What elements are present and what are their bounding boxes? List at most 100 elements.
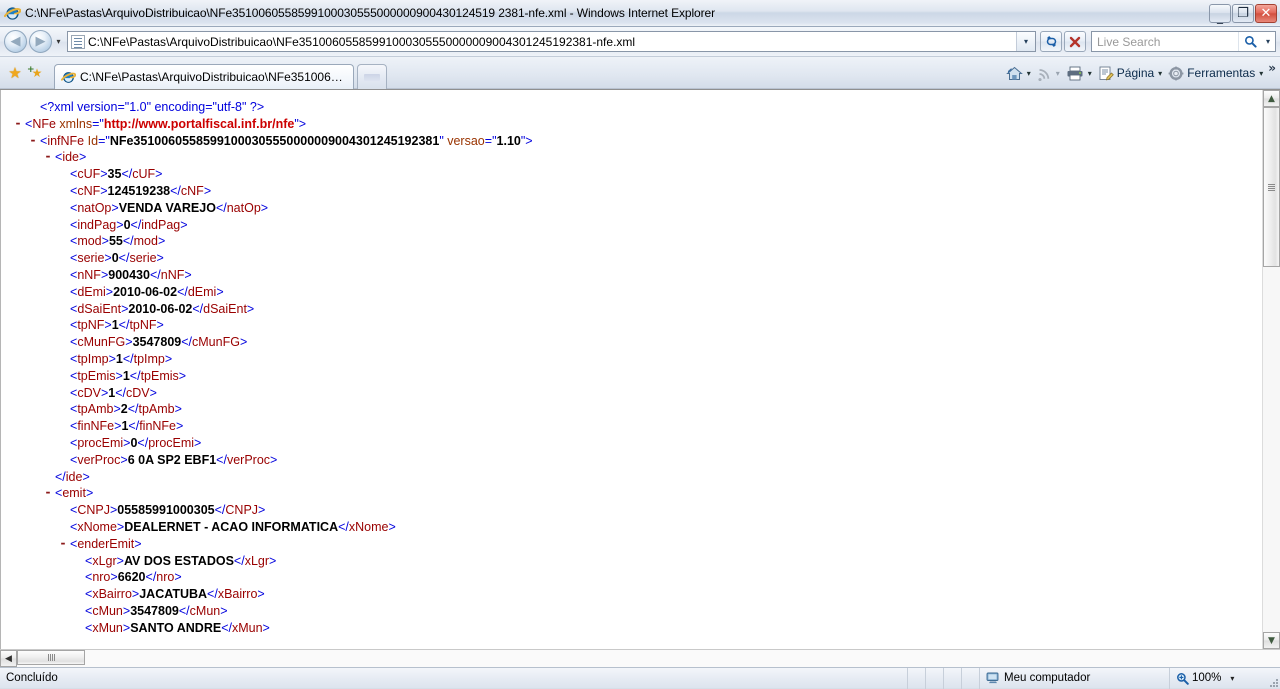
minimize-button[interactable]: _ [1209, 3, 1231, 24]
favorites-center-button[interactable]: ★ [4, 62, 26, 84]
xml-line: <tpEmis>1</tpEmis> [70, 368, 187, 383]
resize-grip[interactable] [1266, 668, 1280, 689]
horizontal-scroll-thumb[interactable] [17, 650, 85, 665]
new-tab-button[interactable] [357, 64, 387, 89]
vertical-scroll-thumb[interactable] [1263, 107, 1280, 267]
rss-icon [1038, 68, 1049, 81]
expand-collapse-toggle[interactable]: - [26, 132, 40, 149]
xml-line: <tpNF>1</tpNF> [70, 318, 164, 333]
xml-line: <nro>6620</nro> [85, 570, 182, 585]
security-zone-label: Meu computador [1004, 672, 1091, 684]
expand-collapse-toggle[interactable]: - [56, 535, 70, 552]
window-title: C:\NFe\Pastas\ArquivoDistribuicao\NFe351… [25, 6, 715, 20]
zoom-control[interactable]: 100% ▾ [1170, 668, 1266, 689]
scroll-left-button[interactable]: ◀ [0, 650, 17, 667]
xml-line: - <ide> [1, 149, 1262, 166]
xml-line: <CNPJ>05585991000305</CNPJ> [70, 503, 266, 518]
xml-line: <indPag>0</indPag> [70, 217, 188, 232]
search-container[interactable]: Live Search ▾ [1091, 31, 1276, 52]
printer-icon [1067, 66, 1083, 80]
page-icon [1099, 66, 1114, 80]
scroll-down-button[interactable]: ▼ [1263, 632, 1280, 649]
xml-line: - <enderEmit> [1, 536, 1262, 553]
xml-line: <mod>55</mod> [70, 234, 166, 249]
address-input[interactable]: C:\NFe\Pastas\ArquivoDistribuicao\NFe351… [88, 35, 1016, 49]
chevron-down-icon: ▼ [1268, 635, 1275, 646]
xml-line: <tpImp>1</tpImp> [70, 351, 173, 366]
new-tab-icon [364, 73, 380, 81]
security-zone-indicator[interactable]: Meu computador [980, 667, 1170, 689]
feeds-button[interactable]: ▾ [1034, 62, 1063, 84]
chevron-down-icon: ▾ [1259, 68, 1264, 78]
close-button[interactable]: ✕ [1255, 3, 1277, 23]
chevron-down-icon: ▾ [1023, 37, 1028, 46]
status-slot-3 [944, 667, 962, 689]
page-menu-label: Página [1116, 66, 1155, 80]
internet-explorer-icon [60, 70, 77, 85]
search-button[interactable] [1238, 32, 1261, 51]
horizontal-scroll-track[interactable] [17, 650, 1280, 667]
expand-collapse-toggle[interactable]: - [41, 148, 55, 165]
zoom-level-label: 100% [1192, 672, 1222, 684]
home-icon [1005, 66, 1023, 80]
title-bar: C:\NFe\Pastas\ArquivoDistribuicao\NFe351… [0, 0, 1280, 27]
xml-line: - <emit> [1, 485, 1262, 502]
forward-arrow-icon: ▶ [35, 34, 46, 49]
chevron-left-icon: ◀ [5, 653, 12, 664]
address-input-container[interactable]: C:\NFe\Pastas\ArquivoDistribuicao\NFe351… [67, 31, 1036, 52]
xml-line: <cMunFG>3547809</cMunFG> [70, 335, 248, 350]
maximize-button[interactable]: ❐ [1232, 3, 1254, 23]
computer-icon [986, 672, 1000, 684]
xml-line: <xLgr>AV DOS ESTADOS</xLgr> [85, 553, 277, 568]
minimize-icon: _ [1217, 10, 1223, 24]
xml-line: </ide> [55, 469, 90, 484]
chevron-up-icon: ▲ [1268, 93, 1275, 104]
vertical-scroll-track[interactable] [1263, 107, 1280, 632]
back-button[interactable]: ◀ [4, 30, 27, 53]
grip-icon [1268, 183, 1275, 191]
back-arrow-icon: ◀ [10, 34, 21, 49]
scroll-up-button[interactable]: ▲ [1263, 90, 1280, 107]
close-icon: ✕ [1260, 5, 1272, 21]
chevron-down-icon: ▾ [1265, 37, 1270, 46]
xml-document-view[interactable]: <?xml version="1.0" encoding="utf-8" ?> -… [0, 90, 1262, 649]
forward-button[interactable]: ▶ [29, 30, 52, 53]
window-controls: _ ❐ ✕ [1209, 3, 1280, 24]
xml-line: <xMun>SANTO ANDRE</xMun> [85, 620, 270, 635]
command-bar-overflow-button[interactable]: » [1268, 61, 1276, 75]
refresh-icon [1046, 36, 1056, 47]
search-provider-dropdown[interactable]: ▾ [1261, 37, 1275, 46]
home-button[interactable]: ▾ [1003, 62, 1034, 84]
xml-line: <nNF>900430</nNF> [70, 267, 192, 282]
page-menu-button[interactable]: Página ▾ [1095, 62, 1165, 84]
xml-line: <natOp>VENDA VAREJO</natOp> [70, 200, 269, 215]
maximize-icon: ❐ [1237, 5, 1249, 21]
xml-line: <cMun>3547809</cMun> [85, 603, 228, 618]
stop-icon [1069, 36, 1081, 47]
add-to-favorites-button[interactable]: + ★ [26, 62, 48, 84]
recent-pages-button[interactable]: ▾ [52, 32, 65, 52]
vertical-scrollbar[interactable]: ▲ ▼ [1262, 90, 1280, 649]
gear-icon [1168, 66, 1184, 80]
xml-line: <cNF>124519238</cNF> [70, 183, 212, 198]
expand-collapse-toggle[interactable]: - [11, 115, 25, 132]
chevron-down-icon: ▾ [56, 37, 61, 46]
xml-line: <procEmi>0</procEmi> [70, 435, 202, 450]
expand-collapse-toggle[interactable]: - [41, 484, 55, 501]
ie-window: C:\NFe\Pastas\ArquivoDistribuicao\NFe351… [0, 0, 1280, 689]
chevron-down-icon: ▾ [1055, 68, 1060, 78]
address-dropdown-button[interactable]: ▾ [1016, 32, 1035, 51]
tools-menu-button[interactable]: Ferramentas ▾ [1165, 62, 1266, 84]
status-bar: Concluído Meu computador 100% ▾ [0, 667, 1280, 689]
tab-active[interactable]: C:\NFe\Pastas\ArquivoDistribuicao\NFe351… [54, 64, 354, 89]
print-button[interactable]: ▾ [1063, 62, 1095, 84]
search-input[interactable]: Live Search [1092, 35, 1238, 49]
grip-icon [47, 654, 55, 661]
xml-declaration: <?xml version="1.0" encoding="utf-8" ?> [40, 100, 265, 114]
chevron-down-icon: ▾ [1026, 68, 1031, 78]
horizontal-scrollbar[interactable]: ◀ [0, 649, 1280, 667]
chevron-down-icon: ▾ [1158, 68, 1163, 78]
refresh-button[interactable] [1040, 31, 1062, 52]
stop-button[interactable] [1064, 31, 1086, 52]
xml-line: <dEmi>2010-06-02</dEmi> [70, 284, 224, 299]
